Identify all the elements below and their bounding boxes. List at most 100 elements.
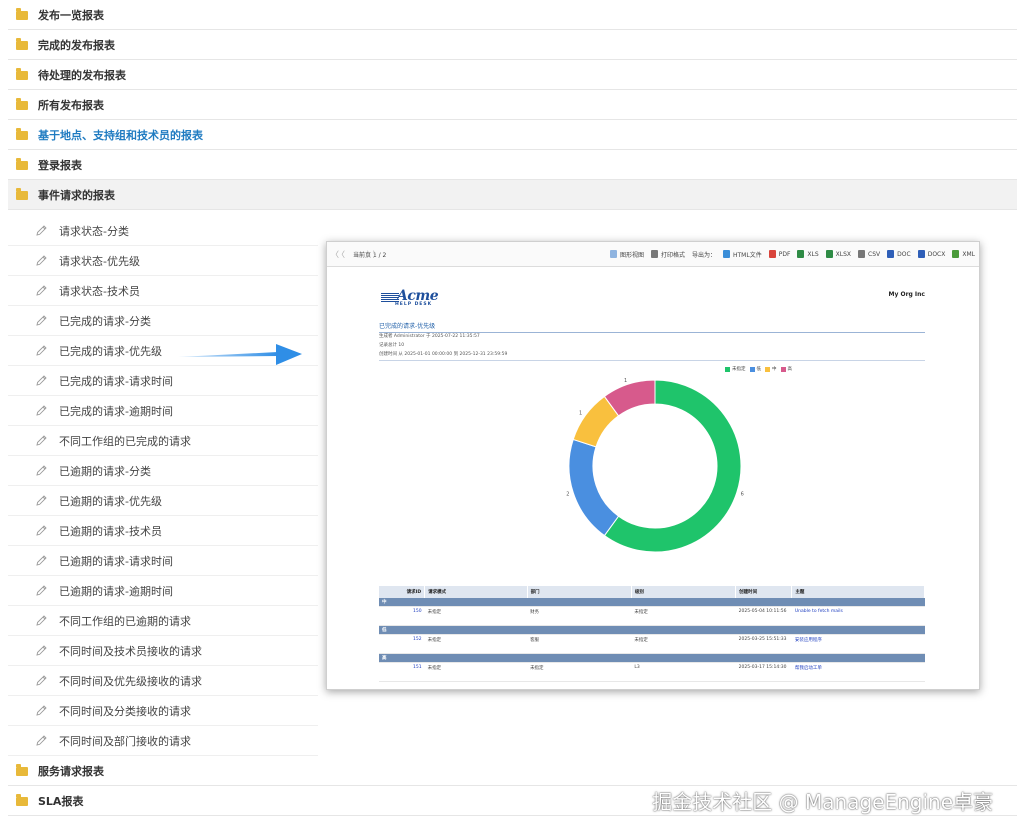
folder-row[interactable]: 发布一览报表 [8, 0, 1017, 30]
export-docx-button[interactable]: DOCX [917, 250, 945, 259]
table-cell[interactable]: 150 [379, 606, 425, 626]
report-title: 已完成的请求-优先级 [379, 321, 925, 333]
folder-icon [16, 158, 28, 170]
donut-slice[interactable] [568, 438, 620, 537]
report-link[interactable]: 请求状态-优先级 [8, 246, 318, 276]
folder-icon [16, 68, 28, 80]
chart-icon [609, 250, 617, 258]
print-view-button[interactable]: 打印格式 [650, 250, 685, 259]
file-icon [858, 250, 866, 258]
folder-label: 所有发布报表 [38, 98, 104, 112]
table-cell[interactable]: Unable to fetch mails [791, 606, 925, 626]
table-header[interactable]: 级别 [631, 586, 737, 598]
org-name: My Org Inc [888, 291, 925, 298]
export-xlsx-button[interactable]: XLSX [825, 250, 851, 259]
folder-row[interactable]: 事件请求的报表 [8, 180, 1017, 210]
slice-value-label: 6 [741, 491, 744, 497]
table-cell[interactable]: 152 [379, 634, 425, 654]
export-label: 导出为： [691, 251, 716, 259]
report-label: 请求状态-优先级 [59, 254, 140, 268]
table-header[interactable]: 请求ID [379, 586, 426, 598]
export-xml-button[interactable]: XML [952, 250, 975, 259]
pencil-icon [35, 464, 48, 477]
report-label: 不同时间及分类接收的请求 [59, 704, 191, 718]
report-link[interactable]: 已逾期的请求-优先级 [8, 486, 318, 516]
folder-row[interactable]: 待处理的发布报表 [8, 60, 1017, 90]
folder-icon [16, 38, 28, 50]
pencil-icon [35, 224, 48, 237]
report-link[interactable]: 请求状态-分类 [8, 216, 318, 246]
export-doc-button[interactable]: DOC [887, 250, 911, 259]
report-link[interactable]: 不同工作组的已完成的请求 [8, 426, 318, 456]
legend-item: 低 [749, 366, 761, 372]
folder-row[interactable]: 登录报表 [8, 150, 1017, 180]
table-cell: 2025-03-25 15:51:33 [735, 634, 792, 654]
legend-swatch [749, 366, 755, 372]
pencil-icon [35, 254, 48, 267]
report-link[interactable]: 不同工作组的已逾期的请求 [8, 606, 318, 636]
report-link[interactable]: 不同时间及技术员接收的请求 [8, 636, 318, 666]
report-table: 请求ID 请求模式 部门 级别 创建时间 主题 中 150 未指定 财务 未指定 2025-05-0… [379, 586, 925, 682]
table-header[interactable]: 主题 [791, 586, 925, 598]
legend-swatch [780, 366, 786, 372]
report-label: 已完成的请求-请求时间 [59, 374, 173, 388]
next-page-icon[interactable]: 〉〉 [367, 249, 383, 260]
table-cell[interactable]: 帮我启动工单 [791, 662, 925, 682]
meta-range: 创建时间 从 2025-01-01 00:00:00 到 2025-12-31 … [379, 352, 508, 357]
folder-label: 事件请求的报表 [38, 188, 115, 202]
folder-row[interactable]: 基于地点、支持组和技术员的报表 [8, 120, 1017, 150]
report-label: 已完成的请求-逾期时间 [59, 404, 173, 418]
slice-value-label: 2 [566, 491, 569, 497]
report-link[interactable]: 已逾期的请求-逾期时间 [8, 576, 318, 606]
export-xls-button[interactable]: XLS [797, 250, 819, 259]
folder-row[interactable]: 服务请求报表 [8, 756, 1017, 786]
report-link[interactable]: 不同时间及部门接收的请求 [8, 726, 318, 756]
pencil-icon [35, 314, 48, 327]
report-link[interactable]: 已逾期的请求-分类 [8, 456, 318, 486]
folder-label: 登录报表 [38, 158, 82, 172]
group-row: 高 [379, 653, 925, 663]
report-link[interactable]: 已逾期的请求-技术员 [8, 516, 318, 546]
legend-item: 高 [780, 366, 792, 372]
file-icon [952, 250, 960, 258]
export-html-button[interactable]: HTML文件 [723, 250, 762, 259]
folder-row[interactable]: 所有发布报表 [8, 90, 1017, 120]
table-header[interactable]: 部门 [527, 586, 632, 598]
pencil-icon [35, 704, 48, 717]
table-cell[interactable]: 安装应用程序 [791, 634, 925, 654]
chart-view-button[interactable]: 图形视图 [609, 250, 644, 259]
folder-icon [16, 188, 28, 200]
printer-icon [650, 250, 658, 258]
group-row: 中 [379, 598, 925, 607]
table-header[interactable]: 请求模式 [424, 586, 528, 598]
report-link[interactable]: 已完成的请求-逾期时间 [8, 396, 318, 426]
legend-swatch [765, 366, 770, 372]
export-csv-button[interactable]: CSV [858, 250, 880, 259]
report-link[interactable]: 不同时间及优先级接收的请求 [8, 666, 318, 696]
report-link[interactable]: 已完成的请求-分类 [8, 306, 318, 336]
table-cell: 2025-05-04 10:11:56 [735, 606, 792, 626]
file-icon [723, 250, 730, 258]
pencil-icon [35, 584, 48, 597]
table-cell: L3 [631, 662, 736, 682]
export-pdf-button[interactable]: PDF [768, 250, 790, 259]
table-cell: 未指定 [424, 606, 528, 626]
pencil-icon [35, 494, 48, 507]
report-label: 不同时间及优先级接收的请求 [59, 674, 202, 688]
file-icon [768, 250, 776, 258]
watermark: 掘金技术社区 @ ManageEngine卓豪 [652, 790, 993, 814]
folder-row[interactable]: 完成的发布报表 [8, 30, 1017, 60]
pencil-icon [35, 284, 48, 297]
slice-value-label: 1 [579, 411, 582, 417]
report-link[interactable]: 已完成的请求-请求时间 [8, 366, 318, 396]
table-cell: 2025-03-17 15:14:30 [735, 662, 792, 682]
slice-value-label: 1 [624, 378, 627, 384]
report-link[interactable]: 不同时间及分类接收的请求 [8, 696, 318, 726]
meta-total: 记录总计 10 [379, 343, 405, 348]
report-link[interactable]: 已逾期的请求-请求时间 [8, 546, 318, 576]
report-link[interactable]: 请求状态-技术员 [8, 276, 318, 306]
table-row: 151 未指定 未指定 L3 2025-03-17 15:14:30 帮我启动工单 [379, 662, 925, 682]
table-header[interactable]: 创建时间 [735, 586, 793, 598]
table-cell[interactable]: 151 [379, 662, 425, 682]
prev-page-icon[interactable]: 〈〈 [331, 249, 347, 260]
